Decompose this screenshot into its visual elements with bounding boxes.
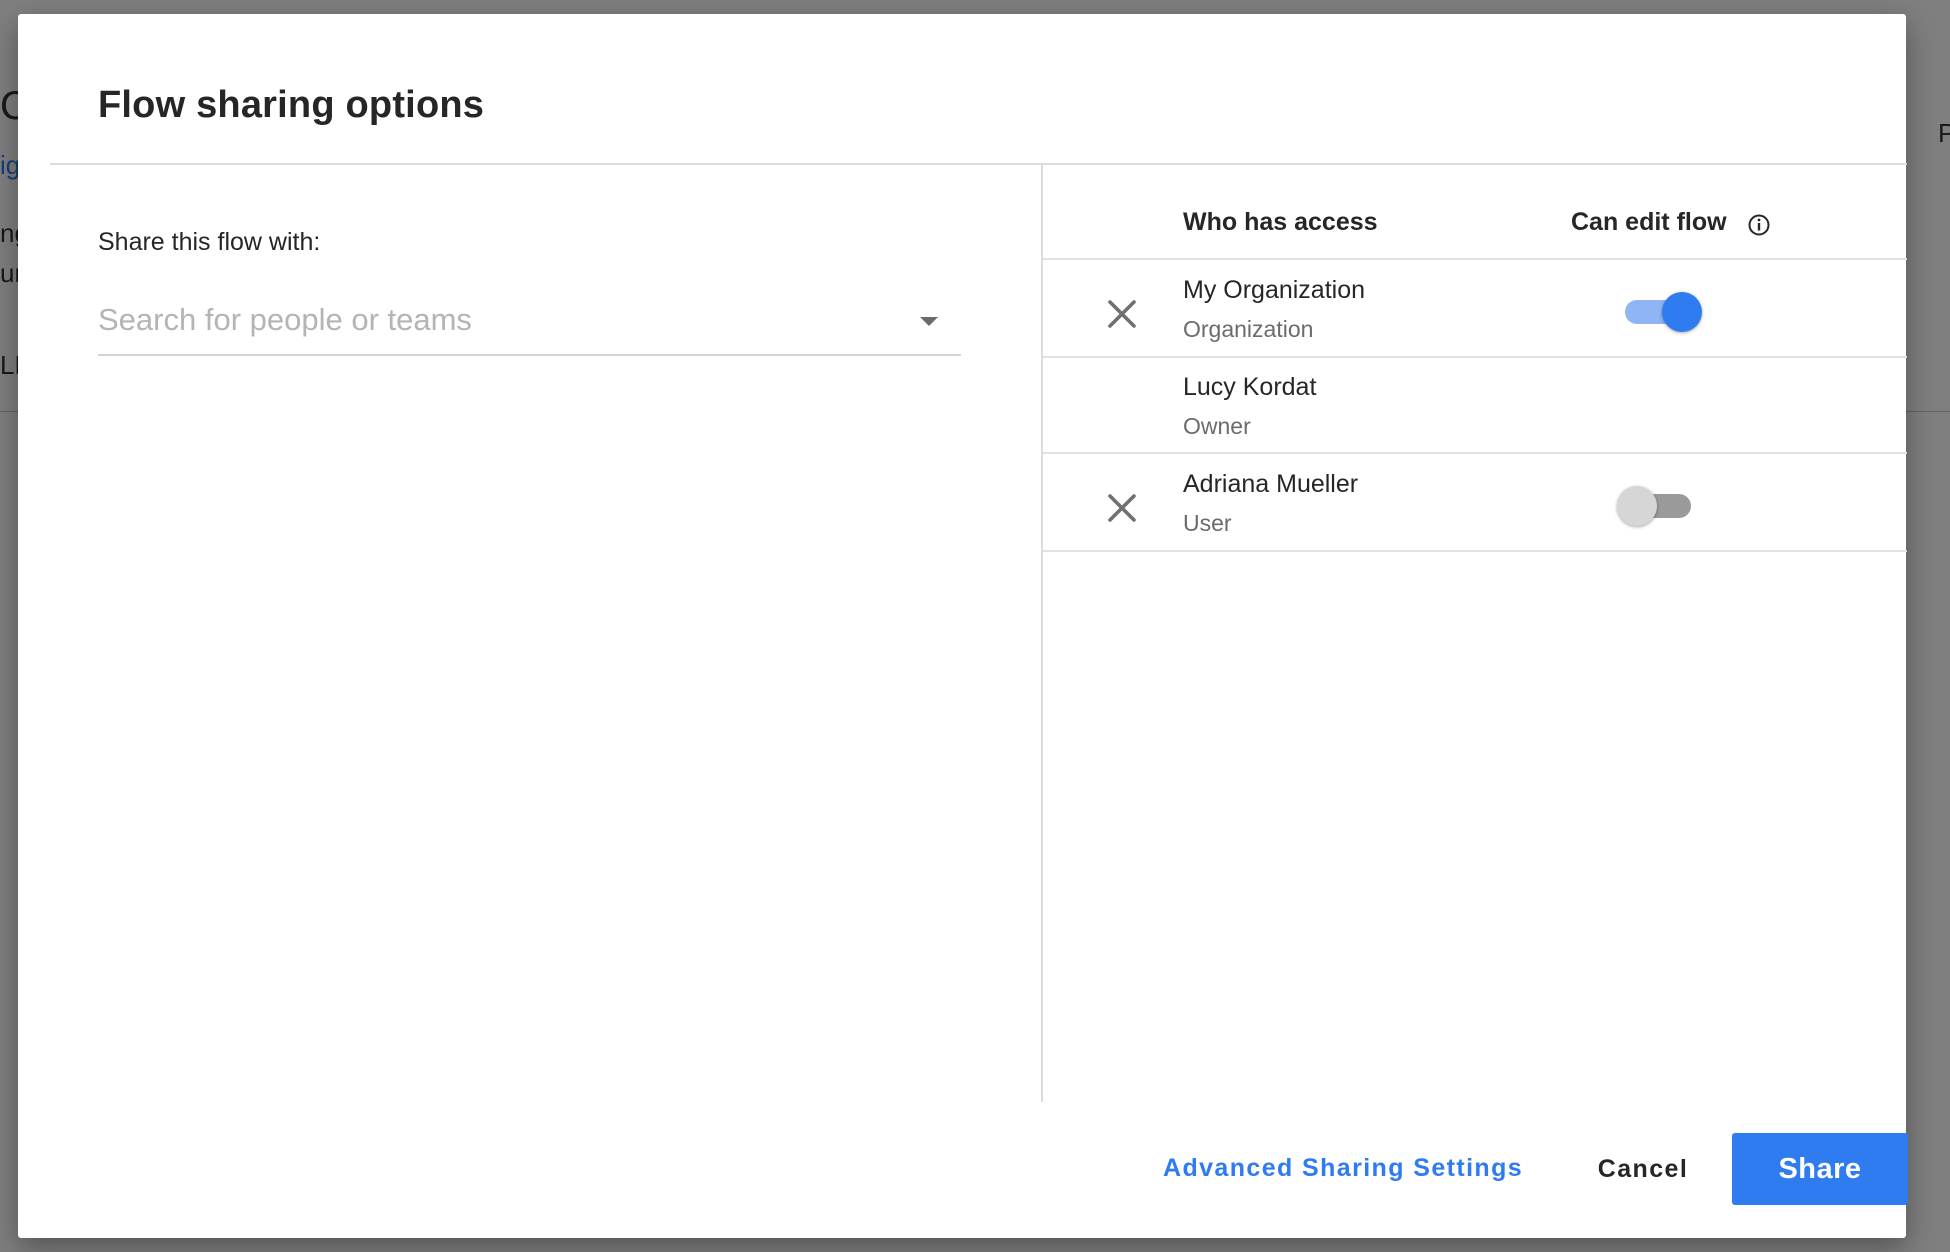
toggle-knob: [1617, 486, 1657, 526]
access-entry-name: Lucy Kordat: [1183, 373, 1317, 401]
access-entry-name: My Organization: [1183, 276, 1366, 304]
row-divider: [1043, 356, 1907, 358]
access-entry-role: Owner: [1183, 413, 1251, 439]
access-entry-role: Organization: [1183, 316, 1314, 342]
row-divider: [1043, 550, 1907, 552]
advanced-sharing-settings-link[interactable]: Advanced Sharing Settings: [1163, 1154, 1523, 1183]
remove-access-button[interactable]: [1098, 290, 1146, 338]
row-divider: [1043, 452, 1907, 454]
search-people-combobox[interactable]: [98, 292, 961, 356]
toggle-knob: [1662, 292, 1702, 332]
access-entry-name: Adriana Mueller: [1183, 470, 1359, 498]
caret-down-icon[interactable]: [918, 310, 940, 332]
dialog-title: Flow sharing options: [98, 84, 485, 126]
header-divider: [50, 163, 1907, 165]
access-entry-role: User: [1183, 510, 1232, 536]
pane-divider: [1041, 164, 1043, 1102]
share-with-label: Share this flow with:: [98, 228, 321, 256]
cancel-button[interactable]: Cancel: [1578, 1138, 1708, 1200]
can-edit-flow-header: Can edit flow: [1571, 208, 1727, 236]
flow-sharing-dialog: Flow sharing options Share this flow wit…: [18, 14, 1908, 1238]
who-has-access-header: Who has access: [1183, 208, 1378, 236]
table-header-divider: [1043, 258, 1907, 260]
info-icon[interactable]: [1747, 213, 1771, 237]
remove-access-button[interactable]: [1098, 484, 1146, 532]
share-button[interactable]: Share: [1732, 1133, 1908, 1205]
can-edit-toggle[interactable]: [1619, 289, 1702, 333]
can-edit-toggle[interactable]: [1617, 483, 1697, 527]
search-input[interactable]: [98, 292, 898, 348]
